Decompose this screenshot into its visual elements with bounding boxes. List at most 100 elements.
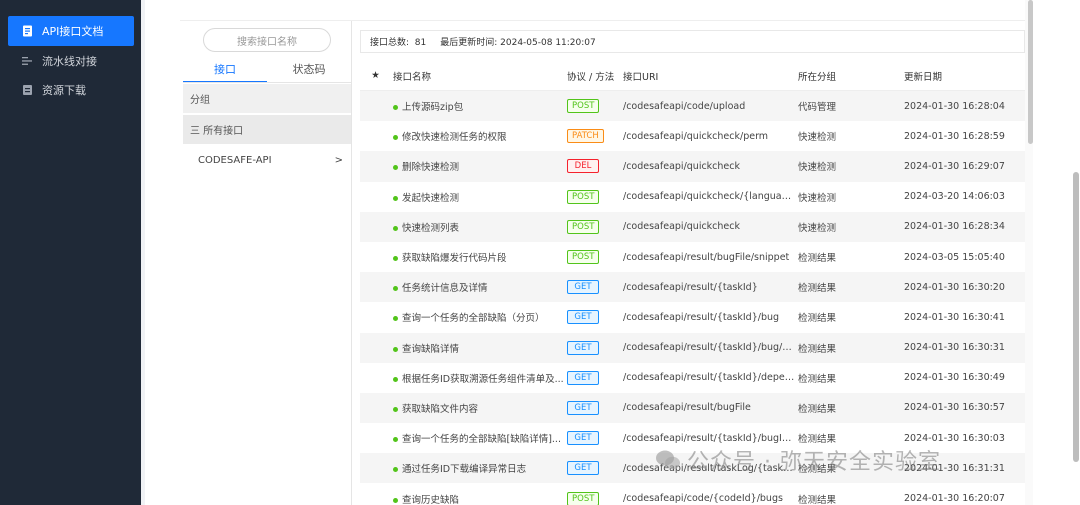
method-badge: POST [567,219,600,234]
status-dot-icon [393,376,398,382]
api-name: 上传源码zip包 [402,102,464,114]
table-row[interactable]: 查询缺陷详情 GET/codesafeapi/result/{taskId}/bu… [360,332,1025,363]
group-cell: 检测结果 [798,403,837,415]
uri-cell: /codesafeapi/result/bugFile [623,402,751,414]
table-row[interactable]: 任务统计信息及详情 GET/codesafeapi/result/{taskId}… [360,272,1025,303]
api-name: 查询缺陷详情 [402,343,460,355]
api-name-cell[interactable]: 根据任务ID获取溯源任务组件清单及... [391,371,567,385]
divider [351,21,352,505]
api-search-input[interactable]: 搜索接口名称 [203,28,331,52]
group-cell: 检测结果 [798,373,837,385]
api-name-cell[interactable]: 通过任务ID下载编译异常日志 [391,461,567,475]
uri-column-header: 接口URI [623,71,659,83]
method-cell: POST [567,219,623,234]
method-badge: DEL [567,159,599,174]
table-row[interactable]: 获取缺陷文件内容 GET/codesafeapi/result/bugFile 检测… [360,392,1025,424]
date-cell: 2024-03-20 14:06:03 [904,191,1005,203]
date-cell: 2024-01-30 16:29:07 [904,160,1005,172]
method-badge: GET [567,400,599,415]
table-row[interactable]: 获取缺陷爆发行代码片段 POST/codesafeapi/result/bugFi… [360,242,1025,272]
tab-status-codes[interactable]: 状态码 [267,61,351,83]
date-cell: 2024-01-30 16:28:59 [904,130,1005,142]
group-cell: 检测结果 [798,343,837,355]
group-cell: 快速检测 [798,222,837,234]
date-cell: 2024-01-30 16:30:20 [904,281,1005,293]
api-name-cell[interactable]: 修改快速检测任务的权限 [391,129,567,143]
api-name-cell[interactable]: 删除快速检测 [391,159,567,173]
pipeline-icon [20,54,34,68]
date-cell: 2024-01-30 16:30:41 [904,311,1005,323]
sidebar-item-downloads[interactable]: 资源下载 [8,75,134,105]
api-name: 任务统计信息及详情 [402,283,488,295]
date-cell: 2024-03-05 15:05:40 [904,251,1005,263]
sidebar-item-label: API接口文档 [42,25,104,38]
api-name: 通过任务ID下载编译异常日志 [402,464,527,476]
method-badge: GET [567,431,599,446]
table-row[interactable]: 通过任务ID下载编译异常日志 GET/codesafeapi/result/tas… [360,453,1025,484]
method-cell: GET [567,461,623,476]
api-name: 修改快速检测任务的权限 [402,132,507,144]
api-name-cell[interactable]: 上传源码zip包 [391,99,567,113]
page-scrollbar[interactable] [1073,172,1079,462]
group-cell: 代码管理 [798,102,837,114]
api-name: 查询历史缺陷 [402,494,460,505]
method-cell: GET [567,280,623,295]
method-cell: GET [567,431,623,446]
uri-cell: /codesafeapi/result/taskLog/{taskId} [623,462,798,474]
table-row[interactable]: 快速检测列表 POST/codesafeapi/quickcheck 快速检测 202… [360,211,1025,242]
status-dot-icon [393,256,398,262]
table-row[interactable]: 发起快速检测 POST/codesafeapi/quickcheck/{langu… [360,182,1025,212]
method-cell: DEL [567,159,623,174]
sidebar-item-pipeline[interactable]: 流水线对接 [8,46,134,76]
api-name-cell[interactable]: 任务统计信息及详情 [391,280,567,294]
uri-cell: /codesafeapi/result/{taskId}/bug [623,311,780,323]
table-scrollbar[interactable] [1028,0,1033,144]
api-name: 查询一个任务的全部缺陷[缺陷详情]... [402,434,561,446]
method-cell: GET [567,370,623,385]
method-badge: POST [567,491,600,505]
method-badge: POST [567,99,600,114]
group-cell: 检测结果 [798,464,837,476]
total-count: 接口总数: 81 [370,38,427,48]
api-name-cell[interactable]: 查询缺陷详情 [391,341,567,355]
date-cell: 2024-01-30 16:31:31 [904,462,1005,474]
divider [183,82,351,83]
api-name-cell[interactable]: 发起快速检测 [391,190,567,204]
table-row[interactable]: 查询历史缺陷 POST/codesafeapi/code/{codeId}/bug… [360,483,1025,505]
table-row[interactable]: 上传源码zip包 POST/codesafeapi/code/upload 代码管理… [360,91,1025,122]
status-dot-icon [393,316,398,322]
tab-interfaces[interactable]: 接口 [183,61,267,83]
uri-cell: /codesafeapi/code/upload [623,100,746,112]
table-row[interactable]: 修改快速检测任务的权限 PATCH/codesafeapi/quickcheck/… [360,121,1025,151]
method-badge: POST [567,250,600,265]
date-cell: 2024-01-30 16:28:34 [904,221,1005,233]
date-cell: 2024-01-30 16:30:31 [904,342,1005,354]
sidebar-item-api-docs[interactable]: API接口文档 [8,16,134,46]
table-row[interactable]: 删除快速检测 DEL/codesafeapi/quickcheck 快速检测 2024… [360,151,1025,182]
table-row[interactable]: 查询一个任务的全部缺陷[缺陷详情]... GET/codesafeapi/resu… [360,423,1025,453]
api-group-item[interactable]: CODESAFE-API > [183,148,351,172]
method-cell: GET [567,340,623,355]
date-column-header: 更新日期 [904,71,943,83]
date-cell: 2024-01-30 16:30:57 [904,402,1005,414]
method-badge: POST [567,189,600,204]
method-badge: GET [567,461,599,476]
status-dot-icon [393,286,398,292]
api-name-cell[interactable]: 快速检测列表 [391,220,567,234]
api-name: 获取缺陷文件内容 [402,403,479,415]
left-panel-tabs: 接口 状态码 [183,61,351,83]
method-column-header: 协议 / 方法 [567,71,615,83]
star-column-header[interactable]: ★ [360,70,391,81]
table-row[interactable]: 根据任务ID获取溯源任务组件清单及... GET/codesafeapi/resu… [360,363,1025,393]
group-cell: 快速检测 [798,192,837,204]
sidebar-item-label: 资源下载 [42,84,86,97]
download-icon [20,83,34,97]
api-name-cell[interactable]: 查询一个任务的全部缺陷（分页） [391,310,567,324]
api-name-cell[interactable]: 查询一个任务的全部缺陷[缺陷详情]... [391,431,567,445]
all-interfaces-item[interactable]: 三 所有接口 [183,115,351,144]
api-name-cell[interactable]: 获取缺陷文件内容 [391,401,567,415]
api-name: 发起快速检测 [402,192,460,204]
table-row[interactable]: 查询一个任务的全部缺陷（分页） GET/codesafeapi/result/{t… [360,302,1025,332]
api-name-cell[interactable]: 获取缺陷爆发行代码片段 [391,250,567,264]
api-name-cell[interactable]: 查询历史缺陷 [391,492,567,505]
